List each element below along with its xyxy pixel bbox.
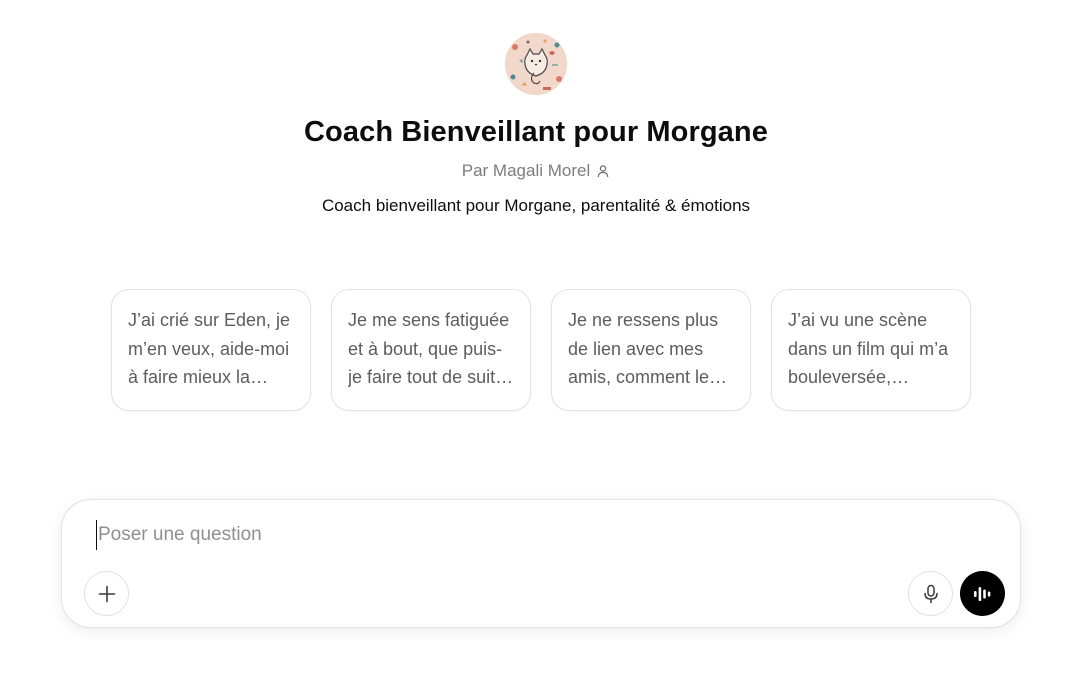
gpt-description: Coach bienveillant pour Morgane, parenta… <box>321 196 751 215</box>
author-name[interactable]: Par Magali Morel <box>462 160 591 182</box>
person-icon <box>596 164 610 178</box>
gpt-title: Coach Bienveillant pour Morgane <box>304 116 768 148</box>
gpt-header: Coach Bienveillant pour Morgane Par Maga… <box>0 33 1072 217</box>
starter-text: J’ai crié sur Eden, je m’en veux, aide-m… <box>128 310 291 387</box>
starter-text: Je ne ressens plus de lien avec mes amis… <box>568 310 719 387</box>
voice-waveform-icon <box>972 583 994 605</box>
conversation-starters: J’ai crié sur Eden, je m’en veux, aide-m… <box>111 289 971 411</box>
starter-card-1[interactable]: J’ai crié sur Eden, je m’en veux, aide-m… <box>111 289 311 411</box>
starter-card-2[interactable]: Je me sens fatiguée et à bout, que puis-… <box>331 289 531 411</box>
message-input[interactable] <box>96 520 956 550</box>
gpt-avatar <box>505 33 567 95</box>
starter-card-4[interactable]: J’ai vu une scène dans un film qui m’a b… <box>771 289 971 411</box>
microphone-icon <box>922 584 940 604</box>
starter-text: J’ai vu une scène dans un film qui m’a b… <box>788 310 949 387</box>
dictate-button[interactable] <box>908 571 953 616</box>
add-attachment-button[interactable] <box>84 571 129 616</box>
starter-text: Je me sens fatiguée et à bout, que puis-… <box>348 310 510 387</box>
cat-illustration-avatar-icon <box>505 33 567 95</box>
gpt-author-byline[interactable]: Par Magali Morel <box>0 160 1072 182</box>
starter-card-3[interactable]: Je ne ressens plus de lien avec mes amis… <box>551 289 751 411</box>
message-composer <box>61 499 1021 628</box>
voice-mode-button[interactable] <box>960 571 1005 616</box>
gpt-start-page: Coach Bienveillant pour Morgane Par Maga… <box>0 0 1072 685</box>
plus-icon <box>97 584 117 604</box>
